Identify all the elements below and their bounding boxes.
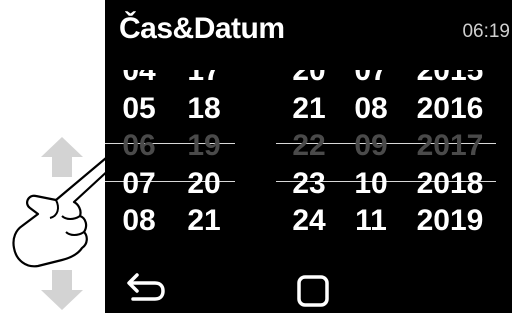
- year-item[interactable]: 2018: [405, 165, 495, 203]
- months-wheel[interactable]: 07 08 09 10 11: [341, 70, 401, 240]
- square-icon[interactable]: [295, 265, 339, 309]
- hours-wheel[interactable]: 04 05 06 07 08: [109, 70, 169, 240]
- minute-item[interactable]: 21: [174, 202, 234, 240]
- date-time-picker: 04 05 06 07 08 17 18 19 20 21 20 21 22 2…: [105, 70, 512, 248]
- year-item[interactable]: 2016: [405, 90, 495, 128]
- hour-item[interactable]: 04: [109, 70, 169, 90]
- day-item-selected[interactable]: 22: [279, 127, 339, 165]
- month-item[interactable]: 07: [341, 70, 401, 90]
- day-item[interactable]: 23: [279, 165, 339, 203]
- device-screen: Čas&Datum 06:19 04 05 06 07 08 17 18 19 …: [105, 0, 512, 313]
- day-item[interactable]: 20: [279, 70, 339, 90]
- page-title: Čas&Datum: [119, 12, 285, 45]
- year-item[interactable]: 2015: [405, 70, 495, 90]
- month-item[interactable]: 08: [341, 90, 401, 128]
- minute-item-selected[interactable]: 19: [174, 127, 234, 165]
- day-item[interactable]: 21: [279, 90, 339, 128]
- minute-item[interactable]: 17: [174, 70, 234, 90]
- month-item-selected[interactable]: 09: [341, 127, 401, 165]
- navigation-bar: [105, 255, 512, 313]
- day-item[interactable]: 24: [279, 202, 339, 240]
- hour-item[interactable]: 07: [109, 165, 169, 203]
- month-item[interactable]: 10: [341, 165, 401, 203]
- minute-item[interactable]: 20: [174, 165, 234, 203]
- month-item[interactable]: 11: [341, 202, 401, 240]
- year-item-selected[interactable]: 2017: [405, 127, 495, 165]
- hour-item-selected[interactable]: 06: [109, 127, 169, 165]
- hand-pointer-icon: [12, 156, 115, 268]
- header-bar: Čas&Datum 06:19: [105, 0, 512, 66]
- arrow-down-icon: [41, 270, 83, 310]
- hour-item[interactable]: 08: [109, 202, 169, 240]
- back-arrow-icon[interactable]: [125, 265, 169, 309]
- days-wheel[interactable]: 20 21 22 23 24: [279, 70, 339, 240]
- hour-item[interactable]: 05: [109, 90, 169, 128]
- minutes-wheel[interactable]: 17 18 19 20 21: [174, 70, 234, 240]
- year-item[interactable]: 2019: [405, 202, 495, 240]
- years-wheel[interactable]: 2015 2016 2017 2018 2019: [405, 70, 495, 240]
- minute-item[interactable]: 18: [174, 90, 234, 128]
- status-clock: 06:19: [462, 21, 510, 42]
